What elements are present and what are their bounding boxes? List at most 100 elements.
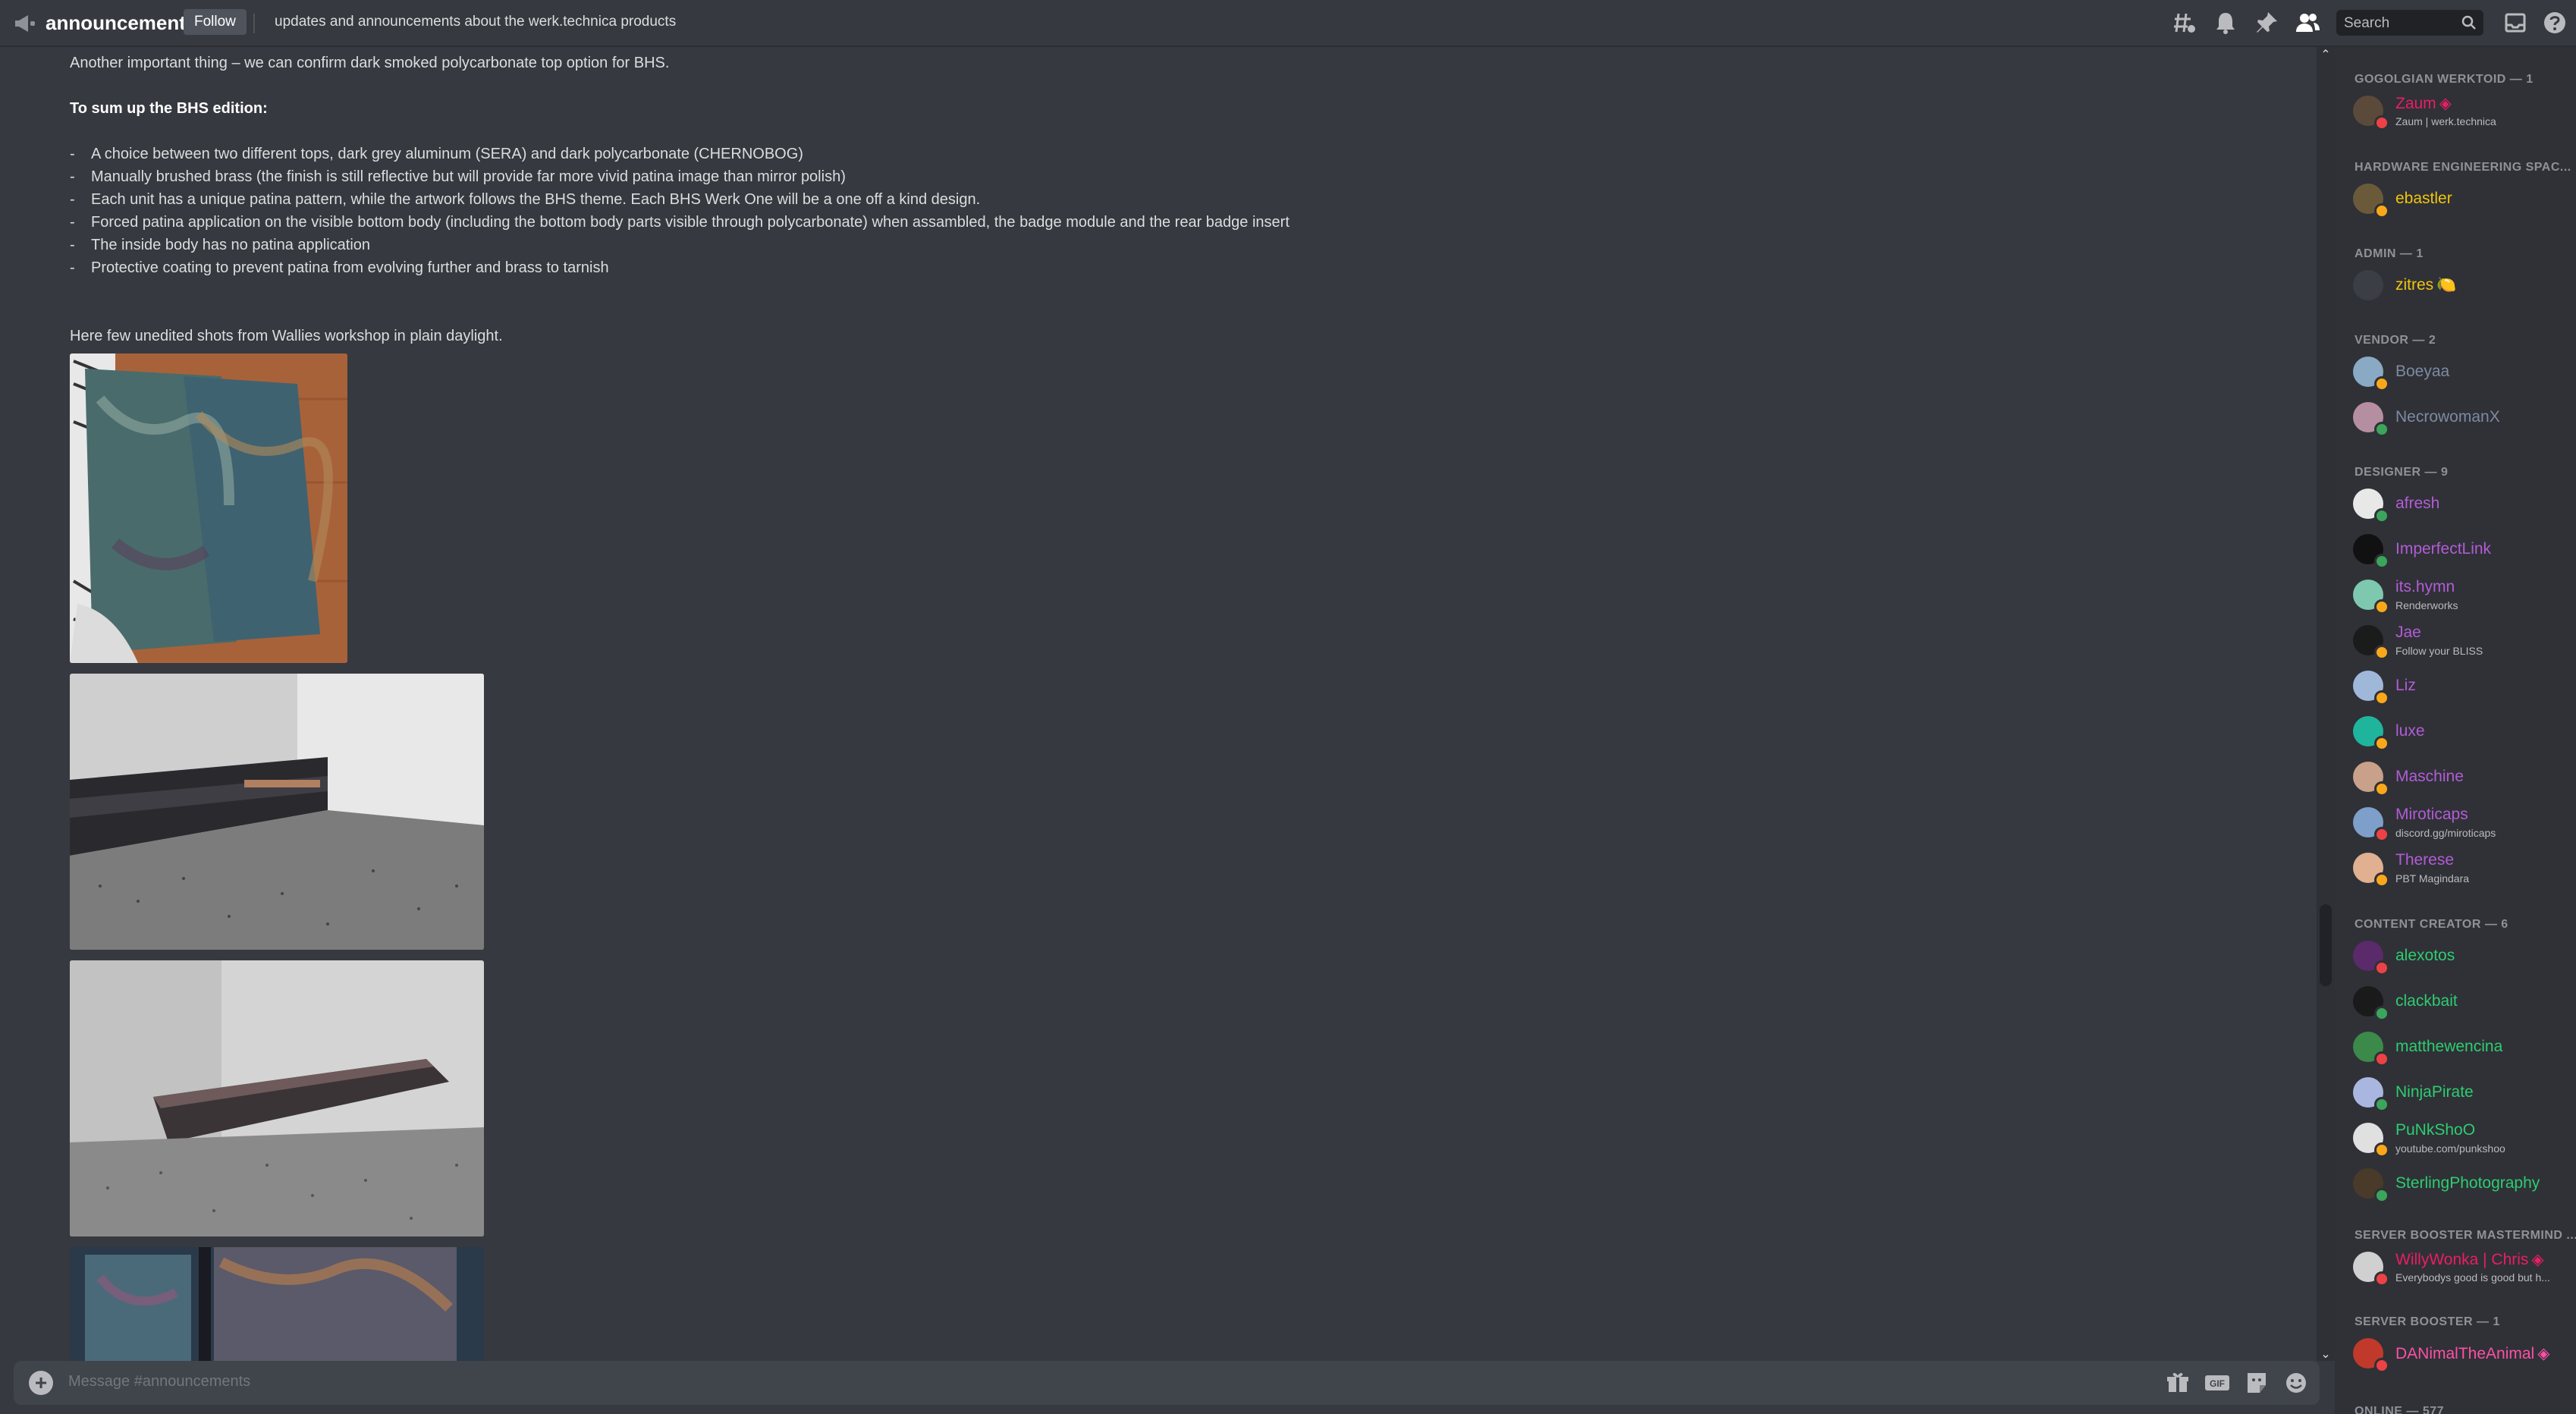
member-item[interactable]: NinjaPirate bbox=[2353, 1074, 2573, 1112]
member-item[interactable]: PuNkShoO youtube.com/punkshoo bbox=[2353, 1120, 2573, 1158]
member-item[interactable]: SterlingPhotography bbox=[2353, 1165, 2573, 1203]
booster-badge-icon: 🍋 bbox=[2436, 276, 2457, 294]
member-name: PuNkShoO bbox=[2395, 1121, 2476, 1139]
bullet-item: The inside body has no patina applicatio… bbox=[91, 237, 371, 253]
status-indicator bbox=[2374, 554, 2389, 569]
booster-badge-icon: ◈ bbox=[2439, 95, 2452, 112]
gif-icon[interactable]: GIF bbox=[2204, 1371, 2230, 1395]
member-name: WillyWonka | Chris ◈ bbox=[2395, 1251, 2544, 1268]
bullet-item: A choice between two different tops, dar… bbox=[91, 146, 803, 162]
member-name: DANimalTheAnimal ◈ bbox=[2395, 1345, 2550, 1362]
member-status-text: PBT Magindara bbox=[2395, 872, 2470, 885]
member-item[interactable]: Maschine bbox=[2353, 759, 2573, 797]
bullet-item: Protective coating to prevent patina fro… bbox=[91, 259, 609, 276]
add-attachment-icon[interactable]: + bbox=[29, 1371, 53, 1395]
member-category-header: DESIGNER — 9 bbox=[2355, 466, 2449, 479]
emoji-icon[interactable] bbox=[2283, 1371, 2309, 1395]
member-category-header: SERVER BOOSTER — 1 bbox=[2355, 1315, 2500, 1328]
member-name: SterlingPhotography bbox=[2395, 1174, 2540, 1192]
member-item[interactable]: ebastler bbox=[2353, 181, 2573, 218]
bullet-marker: - bbox=[70, 146, 75, 162]
member-name: zitres 🍋 bbox=[2395, 276, 2457, 294]
search-input[interactable]: Search bbox=[2336, 10, 2483, 36]
member-item[interactable]: luxe bbox=[2353, 713, 2573, 751]
attachment-image[interactable] bbox=[70, 1247, 484, 1361]
member-item[interactable]: Jae Follow your BLISS bbox=[2353, 622, 2573, 660]
status-indicator bbox=[2374, 736, 2389, 751]
search-placeholder: Search bbox=[2344, 15, 2390, 31]
member-item[interactable]: its.hymn Renderworks bbox=[2353, 577, 2573, 614]
status-indicator bbox=[2374, 827, 2389, 842]
message-list: Another important thing – we can confirm… bbox=[0, 47, 2317, 1361]
message-composer[interactable]: + Message #announcements GIF bbox=[14, 1361, 2320, 1405]
svg-text:GIF: GIF bbox=[2210, 1378, 2225, 1389]
status-indicator bbox=[2374, 376, 2389, 391]
member-item[interactable]: Miroticaps discord.gg/miroticaps bbox=[2353, 804, 2573, 842]
member-item[interactable]: alexotos bbox=[2353, 938, 2573, 976]
bullet-marker: - bbox=[70, 214, 75, 231]
member-item[interactable]: DANimalTheAnimal ◈ bbox=[2353, 1335, 2573, 1373]
member-category-header: ONLINE — 577 bbox=[2355, 1405, 2445, 1414]
member-category-header: HARDWARE ENGINEERING SPAC... bbox=[2355, 161, 2571, 174]
scroll-up-icon[interactable]: ⌃ bbox=[2318, 47, 2333, 62]
member-item[interactable]: Liz bbox=[2353, 668, 2573, 705]
member-name: NecrowomanX bbox=[2395, 408, 2500, 426]
bullet-item: Manually brushed brass (the finish is st… bbox=[91, 168, 846, 185]
sticker-icon[interactable] bbox=[2244, 1371, 2270, 1395]
bullet-item: Each unit has a unique patina pattern, w… bbox=[91, 191, 981, 208]
member-item[interactable]: afresh bbox=[2353, 485, 2573, 523]
status-indicator bbox=[2374, 1188, 2389, 1203]
bullet-marker: - bbox=[70, 191, 75, 208]
attachment-image[interactable] bbox=[70, 960, 484, 1236]
member-item[interactable]: Zaum ◈ Zaum | werk.technica bbox=[2353, 93, 2573, 130]
member-item[interactable]: Therese PBT Magindara bbox=[2353, 850, 2573, 888]
message-text: Another important thing – we can confirm… bbox=[70, 55, 670, 71]
message-input[interactable]: Message #announcements bbox=[68, 1373, 250, 1390]
member-category-header: GOGOLGIAN WERKTOID — 1 bbox=[2355, 73, 2534, 86]
members-icon[interactable] bbox=[2294, 9, 2321, 36]
attachment-image[interactable] bbox=[70, 674, 484, 950]
member-name: afresh bbox=[2395, 495, 2440, 512]
member-item[interactable]: NecrowomanX bbox=[2353, 399, 2573, 437]
member-item[interactable]: zitres 🍋 bbox=[2353, 267, 2573, 303]
gift-icon[interactable] bbox=[2165, 1371, 2191, 1395]
member-name: luxe bbox=[2395, 722, 2425, 740]
search-icon[interactable] bbox=[2461, 14, 2477, 31]
member-name: its.hymn bbox=[2395, 578, 2455, 595]
chat-scrollbar-thumb[interactable] bbox=[2320, 904, 2332, 986]
bullet-marker: - bbox=[70, 237, 75, 253]
chat-scrollbar[interactable] bbox=[2317, 47, 2335, 1361]
member-item[interactable]: Boeyaa bbox=[2353, 354, 2573, 391]
bell-icon[interactable] bbox=[2212, 9, 2239, 36]
status-indicator bbox=[2374, 872, 2389, 888]
member-item[interactable]: WillyWonka | Chris ◈ Everybodys good is go… bbox=[2353, 1249, 2573, 1287]
status-indicator bbox=[2374, 1271, 2389, 1287]
member-category-header: ADMIN — 1 bbox=[2355, 247, 2424, 260]
member-item[interactable]: ImperfectLink bbox=[2353, 531, 2573, 569]
status-indicator bbox=[2374, 645, 2389, 660]
member-status-text: Everybodys good is good but h... bbox=[2395, 1271, 2550, 1284]
message-text: Here few unedited shots from Wallies wor… bbox=[70, 328, 503, 344]
member-item[interactable]: matthewencina bbox=[2353, 1029, 2573, 1067]
member-name: Miroticaps bbox=[2395, 806, 2468, 823]
status-indicator bbox=[2374, 115, 2389, 130]
follow-button[interactable]: Follow bbox=[184, 9, 247, 35]
member-item[interactable]: clackbait bbox=[2353, 983, 2573, 1021]
member-category-header: SERVER BOOSTER MASTERMIND ... bbox=[2355, 1229, 2576, 1242]
pin-icon[interactable] bbox=[2253, 9, 2280, 36]
member-status-text: Renderworks bbox=[2395, 599, 2458, 611]
scroll-down-icon[interactable]: ⌄ bbox=[2318, 1346, 2333, 1362]
help-icon[interactable] bbox=[2541, 9, 2568, 36]
status-indicator bbox=[2374, 1142, 2389, 1158]
inbox-icon[interactable] bbox=[2502, 9, 2529, 36]
member-status-text: youtube.com/punkshoo bbox=[2395, 1142, 2505, 1155]
status-indicator bbox=[2374, 508, 2389, 523]
status-indicator bbox=[2374, 781, 2389, 797]
megaphone-icon bbox=[14, 14, 36, 33]
member-name: Jae bbox=[2395, 624, 2421, 641]
threads-icon[interactable] bbox=[2171, 9, 2198, 36]
member-status-text: discord.gg/miroticaps bbox=[2395, 827, 2496, 839]
channel-topic[interactable]: updates and announcements about the werk… bbox=[275, 14, 676, 30]
channel-header: announcements Follow updates and announc… bbox=[0, 0, 2576, 47]
attachment-image[interactable] bbox=[70, 354, 347, 663]
